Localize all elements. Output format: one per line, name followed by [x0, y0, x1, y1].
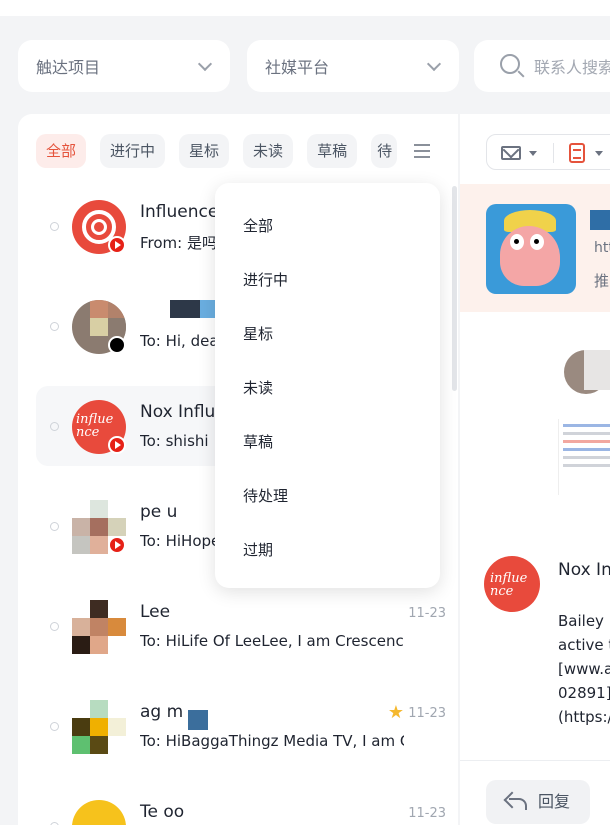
thread-snippet: To: HiBaggaThingz Media TV, I am Cr	[140, 732, 404, 750]
contact-link[interactable]: htt	[594, 240, 610, 256]
thread-name: ag m	[140, 702, 184, 722]
menu-item-drafts[interactable]: 草稿	[243, 431, 273, 452]
menu-item-expired[interactable]: 过期	[243, 539, 273, 560]
sender-name: Nox In	[558, 560, 610, 580]
contact-push: 推	[594, 272, 610, 290]
youtube-icon	[108, 436, 126, 454]
message-body-line: (https:/	[558, 708, 610, 726]
redacted-block	[188, 710, 208, 730]
select-radio[interactable]	[50, 722, 59, 731]
menu-item-pending[interactable]: 待处理	[243, 485, 288, 506]
select-radio[interactable]	[50, 222, 59, 231]
select-radio[interactable]	[50, 622, 59, 631]
list-item[interactable]: ag m ★ 11-23 To: HiBaggaThingz Media TV,…	[36, 686, 446, 766]
template-icon[interactable]	[569, 143, 585, 163]
tab-unread[interactable]: 未读	[243, 134, 294, 168]
thread-name: Nox Influ	[140, 402, 216, 422]
thread-date: 11-23	[408, 606, 446, 621]
mail-icon[interactable]	[501, 146, 521, 160]
reply-button[interactable]: 回复	[486, 780, 590, 824]
social-platform-select[interactable]: 社媒平台	[247, 40, 459, 92]
toolbar-divider	[553, 143, 554, 163]
thread-name: pe u	[140, 502, 178, 522]
top-bar	[0, 0, 610, 16]
avatar	[72, 800, 126, 825]
contact-search-placeholder: 联系人搜索	[534, 58, 610, 77]
tab-all[interactable]: 全部	[36, 134, 87, 168]
detail-toolbar	[486, 134, 610, 170]
select-radio[interactable]	[50, 322, 59, 331]
youtube-icon	[108, 536, 126, 554]
contact-avatar	[486, 204, 576, 294]
select-radio[interactable]	[50, 522, 59, 531]
tab-starred[interactable]: 星标	[179, 134, 230, 168]
thread-name: Lee	[140, 602, 171, 622]
sender-avatar: influe nce	[484, 556, 540, 612]
message-body-line: active t	[558, 636, 610, 654]
chevron-down-icon	[426, 56, 442, 72]
chevron-down-icon	[197, 56, 213, 72]
tab-drafts[interactable]: 草稿	[307, 134, 358, 168]
reach-project-select[interactable]: 触达项目	[18, 40, 230, 92]
contact-card[interactable]: htt 推	[460, 184, 610, 312]
menu-item-in-progress[interactable]: 进行中	[243, 269, 288, 290]
star-icon[interactable]: ★	[388, 702, 404, 723]
email-preview-thumbnail[interactable]	[558, 419, 610, 495]
status-filter-menu: 全部 进行中 星标 未读 草稿 待处理 过期	[215, 183, 440, 588]
social-platform-label: 社媒平台	[265, 58, 330, 77]
tiktok-icon	[108, 336, 126, 354]
menu-item-all[interactable]: 全部	[243, 215, 273, 236]
message-body-line: Bailey i	[558, 612, 610, 630]
caret-down-icon[interactable]	[529, 151, 537, 156]
divider	[460, 760, 610, 761]
message-body-line: 02891](	[558, 684, 610, 702]
contact-search-input[interactable]: 联系人搜索	[474, 40, 610, 92]
reply-icon	[506, 792, 527, 810]
redacted-block	[584, 350, 610, 390]
avatar	[72, 600, 126, 654]
thread-date: 11-23	[408, 806, 446, 821]
list-item[interactable]: Lee 11-23 To: HiLife Of LeeLee, I am Cre…	[36, 586, 446, 666]
thread-name: Influence	[140, 202, 219, 222]
status-tabs: 全部 进行中 星标 未读 草稿 待	[36, 134, 398, 168]
tab-in-progress[interactable]: 进行中	[100, 134, 166, 168]
redacted-block	[590, 210, 610, 230]
reply-label: 回复	[538, 792, 571, 811]
menu-item-unread[interactable]: 未读	[243, 377, 273, 398]
reach-project-label: 触达项目	[36, 58, 101, 77]
thread-name: Te oo	[140, 802, 185, 822]
scrollbar[interactable]	[452, 186, 457, 391]
thread-date: 11-23	[408, 706, 446, 721]
avatar	[72, 700, 126, 754]
caret-down-icon[interactable]	[595, 151, 603, 156]
menu-item-starred[interactable]: 星标	[243, 323, 273, 344]
menu-list-icon[interactable]	[414, 144, 430, 158]
list-item[interactable]: Te oo 11-23	[36, 786, 446, 825]
select-radio[interactable]	[50, 422, 59, 431]
message-detail-panel: htt 推 influence Nox In Bailey i active t…	[460, 114, 610, 825]
youtube-icon	[108, 236, 126, 254]
thread-snippet: To: HiLife Of LeeLee, I am Crescencio	[140, 632, 404, 650]
tab-pending[interactable]: 待	[371, 134, 398, 168]
search-icon	[500, 54, 520, 74]
message-body-line: [www.a	[558, 660, 610, 678]
